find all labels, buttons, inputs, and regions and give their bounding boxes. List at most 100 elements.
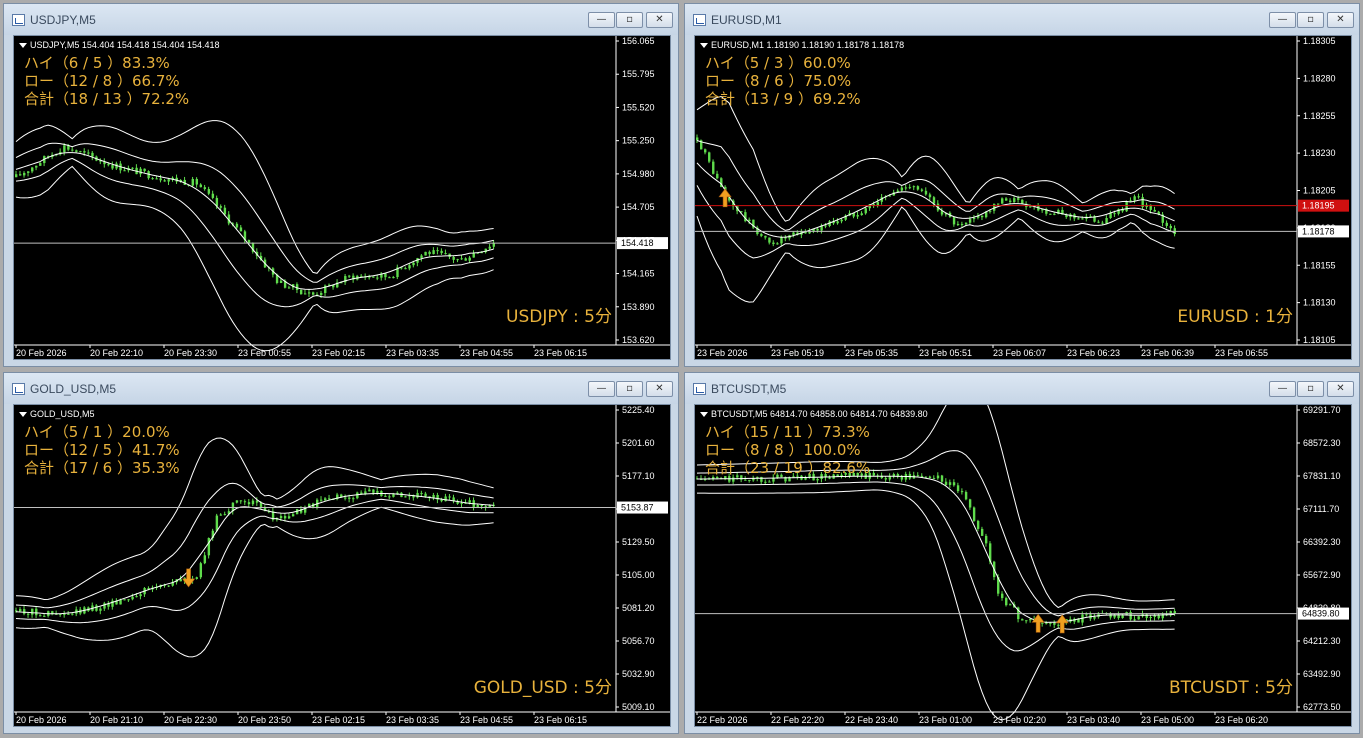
timeframe-label: USDJPY : 5分 [506, 307, 612, 327]
close-button[interactable]: ✕ [1327, 12, 1354, 28]
candle-body [320, 499, 323, 501]
price-chart[interactable]: 156.065 155.795 155.520 155.250 154.980 154.7… [13, 35, 671, 360]
candle-body [712, 476, 715, 479]
candle-body [864, 208, 867, 214]
moving-average-line [15, 152, 494, 290]
x-tick-label: 23 Feb 06:23 [1067, 348, 1120, 358]
collapse-triangle-icon[interactable] [700, 412, 708, 417]
candle-body [968, 219, 972, 223]
candle-body [1081, 218, 1084, 220]
stat-total: 合計（23 / 19 ）82.6% [705, 459, 871, 477]
title-bar[interactable]: BTCUSDT,M5 — ▫ ✕ [685, 373, 1359, 404]
collapse-triangle-icon[interactable] [19, 412, 27, 417]
collapse-triangle-icon[interactable] [700, 43, 708, 48]
candle-body [420, 493, 423, 495]
chart-window-icon [12, 14, 25, 26]
x-tick-label: 23 Feb 2026 [697, 348, 748, 358]
minimize-button[interactable]: — [588, 381, 615, 397]
candle-body [219, 206, 223, 208]
y-tick-label: 66392.30 [1303, 537, 1341, 547]
maximize-button[interactable]: ▫ [1297, 12, 1324, 28]
close-button[interactable]: ✕ [1327, 381, 1354, 397]
candle-body [1009, 200, 1012, 202]
candle-body [215, 515, 219, 531]
stat-total: 合計（17 / 6 ）35.3% [24, 459, 180, 477]
maximize-button[interactable]: ▫ [616, 381, 643, 397]
window-title: GOLD_USD,M5 [30, 382, 117, 396]
candle-body [71, 149, 74, 151]
candle-body [167, 585, 170, 587]
candle-body [444, 253, 447, 255]
candle-body [960, 223, 964, 225]
candle-body [211, 193, 215, 198]
candle-body [139, 168, 142, 175]
candle-body [39, 163, 42, 166]
candle-body [1153, 209, 1156, 212]
y-tick-label: 153.620 [622, 335, 655, 345]
candle-body [311, 292, 315, 295]
candle-body [840, 219, 843, 222]
timeframe-label: GOLD_USD : 5分 [473, 678, 612, 698]
candle-body [816, 478, 819, 481]
close-button[interactable]: ✕ [646, 12, 673, 28]
candle-body [764, 235, 767, 238]
chart-window-usdjpy[interactable]: USDJPY,M5 — ▫ ✕ 156.065 155.795 155.520 155… [3, 3, 679, 367]
window-title: USDJPY,M5 [30, 13, 96, 27]
candle-body [716, 173, 719, 179]
y-tick-label: 5009.10 [622, 702, 655, 712]
candle-body [195, 178, 199, 185]
chart-window-eurusd[interactable]: EURUSD,M1 — ▫ ✕ 1.18305 1.18280 1.18255 1.1… [684, 3, 1360, 367]
candle-body [420, 255, 423, 259]
outer-band-lower [15, 506, 494, 658]
candle-body [71, 613, 74, 615]
minimize-button[interactable]: — [1269, 12, 1296, 28]
bid-price-label: 5153.87 [621, 503, 654, 513]
candle-body [952, 482, 956, 486]
candle-body [1093, 616, 1096, 619]
candle-body [944, 481, 948, 485]
minimize-button[interactable]: — [588, 12, 615, 28]
candle-body [328, 498, 331, 500]
chart-window-btcusdt[interactable]: BTCUSDT,M5 — ▫ ✕ 69291.70 68572.30 67831.1… [684, 372, 1360, 734]
candle-body [920, 189, 924, 191]
maximize-button[interactable]: ▫ [1297, 381, 1324, 397]
x-tick-label: 23 Feb 06:15 [534, 715, 587, 725]
candle-body [247, 502, 251, 505]
candle-body [1101, 222, 1104, 224]
candle-body [1097, 221, 1100, 223]
candle-body [388, 277, 391, 279]
candle-body [384, 495, 387, 497]
title-bar[interactable]: EURUSD,M1 — ▫ ✕ [685, 4, 1359, 35]
candle-body [452, 256, 455, 260]
title-bar[interactable]: GOLD_USD,M5 — ▫ ✕ [4, 373, 678, 404]
collapse-triangle-icon[interactable] [19, 43, 27, 48]
y-tick-label: 5081.20 [622, 603, 655, 613]
x-tick-label: 23 Feb 00:55 [238, 348, 291, 358]
price-chart[interactable]: 69291.70 68572.30 67831.10 67111.70 66392.30… [694, 404, 1352, 727]
chart-window-gold[interactable]: GOLD_USD,M5 — ▫ ✕ 5225.40 5201.60 5177.10 5… [3, 372, 679, 734]
candle-body [780, 237, 783, 244]
symbol-info: GOLD_USD,M5 [30, 409, 95, 419]
candle-body [756, 476, 759, 478]
candle-body [716, 476, 719, 479]
candle-body [952, 217, 956, 225]
price-chart[interactable]: 5225.40 5201.60 5177.10 5153.87 5129.50 5105.… [13, 404, 671, 727]
candle-body [480, 505, 483, 507]
candle-body [476, 505, 479, 507]
candle-body [283, 516, 287, 519]
price-chart[interactable]: 1.18305 1.18280 1.18255 1.18230 1.18205 1.181… [694, 35, 1352, 360]
candle-body [432, 494, 435, 498]
close-button[interactable]: ✕ [646, 381, 673, 397]
moving-average-line [15, 493, 494, 615]
candle-body [760, 234, 763, 236]
candle-body [239, 500, 243, 502]
y-tick-label: 69291.70 [1303, 405, 1341, 415]
candle-body [1005, 598, 1008, 606]
candle-body [408, 265, 411, 269]
candle-body [1049, 213, 1052, 215]
candle-body [35, 165, 38, 168]
minimize-button[interactable]: — [1269, 381, 1296, 397]
title-bar[interactable]: USDJPY,M5 — ▫ ✕ [4, 4, 678, 35]
x-tick-label: 23 Feb 04:55 [460, 715, 513, 725]
maximize-button[interactable]: ▫ [616, 12, 643, 28]
